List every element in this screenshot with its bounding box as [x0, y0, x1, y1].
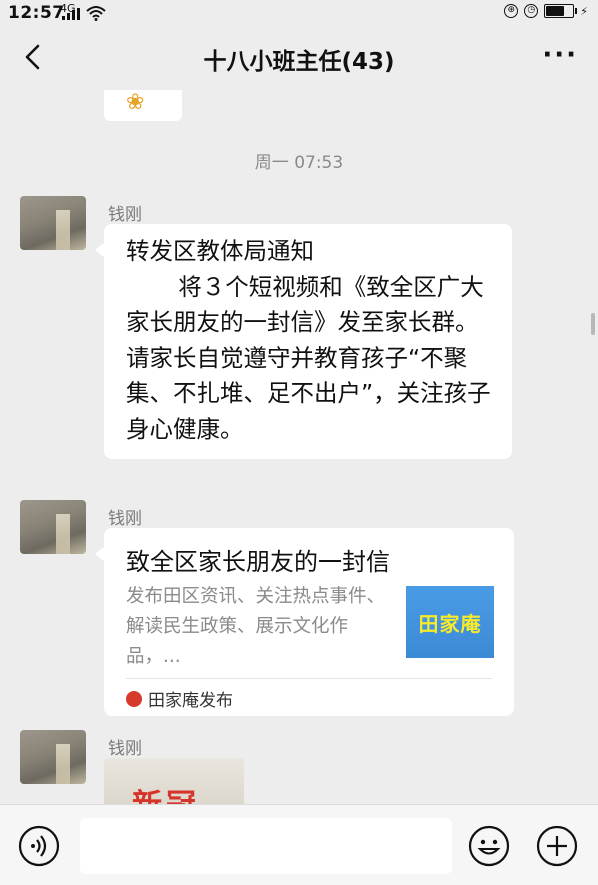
- emoji-icon[interactable]: [468, 825, 510, 867]
- image-text: 新冠: [132, 780, 200, 804]
- message-input[interactable]: [80, 818, 452, 874]
- message-timestamp: 周一 07:53: [254, 153, 344, 173]
- source-logo-icon: [126, 690, 142, 707]
- status-time: 12:57: [8, 3, 65, 23]
- scrollbar[interactable]: [591, 313, 595, 335]
- page-title: 十八小班主任(43): [203, 49, 395, 75]
- battery-icon: [544, 4, 578, 18]
- chat-area[interactable]: ❀ 周一 07:53 钱刚 转发区教体局通知 将３个短视频和《致全区广大家长朋友…: [0, 90, 598, 804]
- sticker-icon: ❀: [126, 90, 145, 115]
- voice-icon[interactable]: [18, 825, 60, 867]
- chat-header: 十八小班主任(43) ···: [0, 26, 598, 90]
- card-title: 致全区家长朋友的一封信: [126, 548, 390, 576]
- sticker-bubble[interactable]: ❀: [104, 90, 182, 121]
- sender-name: 钱刚: [108, 739, 142, 759]
- card-thumbnail: 田家庵: [406, 586, 494, 658]
- more-button[interactable]: ···: [542, 40, 578, 70]
- avatar[interactable]: [20, 196, 86, 250]
- image-message[interactable]: 新冠: [104, 758, 244, 804]
- divider: [126, 678, 492, 679]
- card-description: 发布田区资讯、关注热点事件、解读民生政策、展示文化作品，...: [126, 586, 386, 667]
- lock-rotation-icon: ⊕: [504, 4, 519, 18]
- charging-icon: ⚡: [580, 4, 588, 18]
- thumbnail-text: 田家庵: [418, 611, 482, 636]
- card-source: 田家庵发布: [126, 686, 233, 711]
- plus-icon[interactable]: [536, 825, 578, 867]
- alarm-icon: ◷: [524, 4, 539, 18]
- link-card-bubble[interactable]: 致全区家长朋友的一封信 发布田区资讯、关注热点事件、解读民生政策、展示文化作品，…: [95, 528, 514, 716]
- sender-name: 钱刚: [108, 205, 142, 225]
- status-bar: 12:57 4G ⊕ ◷ ⚡: [0, 0, 598, 26]
- wifi-icon: [86, 6, 106, 21]
- avatar[interactable]: [20, 730, 86, 784]
- avatar[interactable]: [20, 500, 86, 554]
- sender-name: 钱刚: [108, 509, 142, 529]
- source-label: 田家庵发布: [148, 691, 233, 711]
- text-message-bubble[interactable]: 转发区教体局通知 将３个短视频和《致全区广大家长朋友的一封信》发至家长群。请家长…: [95, 224, 512, 459]
- signal-icon: [62, 8, 80, 20]
- input-bar: [0, 804, 598, 885]
